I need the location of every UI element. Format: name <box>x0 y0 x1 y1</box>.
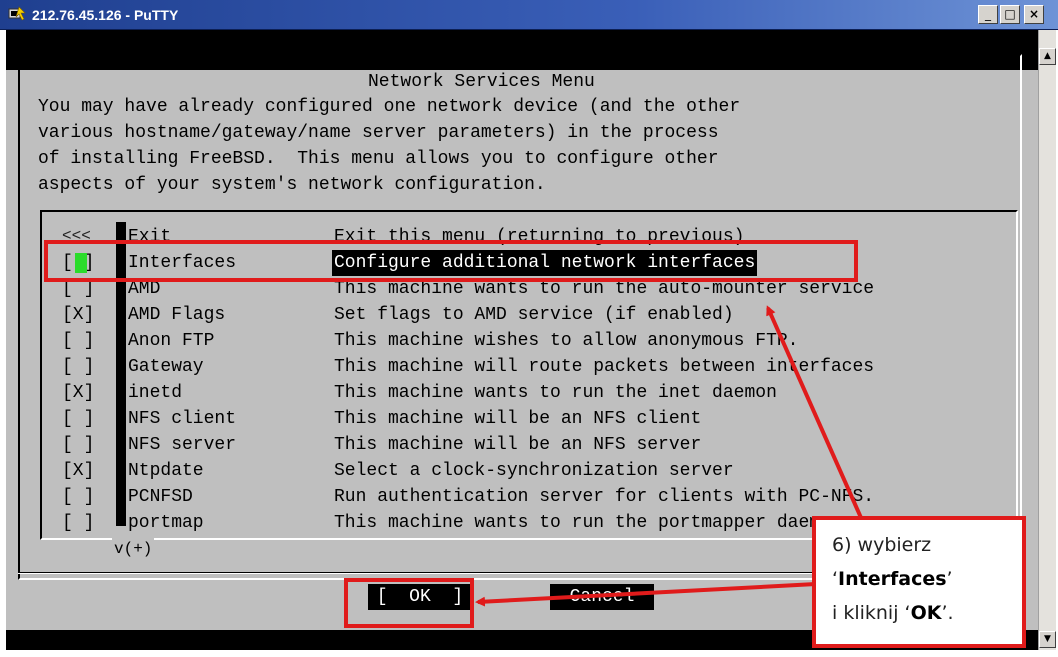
callout-line-1: 6) wybierz <box>832 534 932 556</box>
item-checkbox[interactable]: [X] <box>62 458 94 484</box>
ok-highlight-box <box>344 578 474 628</box>
item-checkbox[interactable]: [ ] <box>62 510 94 536</box>
maximize-button[interactable]: □ <box>1000 5 1020 24</box>
item-description: This machine will route packets between … <box>334 357 875 377</box>
callout-line-3: i kliknij ‘OK’. <box>832 602 954 624</box>
menu-item-pcnfsd[interactable]: [ ] PCNFSD Run authentication server for… <box>62 484 982 510</box>
item-checkbox[interactable]: [ ] <box>62 328 94 354</box>
item-description: This machine wishes to allow anonymous F… <box>334 331 799 351</box>
item-description: Run authentication server for clients wi… <box>334 487 875 507</box>
menu-item-inetd[interactable]: [X] inetd This machine wants to run the … <box>62 380 982 406</box>
description-line: various hostname/gateway/name server par… <box>38 123 719 143</box>
menu-item-nfs-server[interactable]: [ ] NFS server This machine will be an N… <box>62 432 982 458</box>
item-name: PCNFSD <box>128 487 193 507</box>
item-description: This machine wants to run the inet daemo… <box>334 383 777 403</box>
callout-line-2: ‘Interfaces’ <box>832 568 953 590</box>
description-line: You may have already configured one netw… <box>38 97 741 117</box>
scroll-up-arrow-icon[interactable]: ▲ <box>1039 48 1056 65</box>
item-name: portmap <box>128 513 204 533</box>
item-checkbox[interactable]: [ ] <box>62 484 94 510</box>
item-name: Anon FTP <box>128 331 215 351</box>
more-below-indicator: v(+) <box>112 538 155 560</box>
item-checkbox[interactable]: [ ] <box>62 354 94 380</box>
item-name: Gateway <box>128 357 204 377</box>
item-description: This machine will be an NFS client <box>334 409 702 429</box>
minimize-button[interactable]: _ <box>978 5 998 24</box>
item-checkbox[interactable]: [ ] <box>62 432 94 458</box>
interfaces-highlight-box <box>44 240 858 282</box>
item-checkbox[interactable]: [X] <box>62 380 94 406</box>
item-name: NFS server <box>128 435 237 455</box>
item-description: Select a clock-synchronization server <box>334 461 734 481</box>
description-line: aspects of your system's network configu… <box>38 175 546 195</box>
title-bar: 212.76.45.126 - PuTTY _ □ × <box>0 0 1058 30</box>
menu-item-gateway[interactable]: [ ] Gateway This machine will route pack… <box>62 354 982 380</box>
item-description: This machine wants to run the portmapper… <box>334 513 842 533</box>
instruction-callout: 6) wybierz ‘Interfaces’ i kliknij ‘OK’. <box>812 516 1026 648</box>
item-checkbox[interactable]: [X] <box>62 302 94 328</box>
window-title: 212.76.45.126 - PuTTY <box>32 7 179 23</box>
menu-item-amd-flags[interactable]: [X] AMD Flags Set flags to AMD service (… <box>62 302 982 328</box>
item-checkbox[interactable]: [ ] <box>62 406 94 432</box>
dialog-title: Network Services Menu <box>360 70 603 94</box>
putty-icon <box>8 6 26 21</box>
cancel-button[interactable]: Cancel <box>550 584 654 610</box>
vertical-scrollbar[interactable]: ▲ ▼ <box>1038 30 1056 650</box>
item-description: Set flags to AMD service (if enabled) <box>334 305 734 325</box>
item-name: NFS client <box>128 409 237 429</box>
item-description: This machine will be an NFS server <box>334 435 702 455</box>
menu-item-ntpdate[interactable]: [X] Ntpdate Select a clock-synchronizati… <box>62 458 982 484</box>
item-name: inetd <box>128 383 183 403</box>
menu-item-anon-ftp[interactable]: [ ] Anon FTP This machine wishes to allo… <box>62 328 982 354</box>
item-name: Ntpdate <box>128 461 204 481</box>
menu-item-nfs-client[interactable]: [ ] NFS client This machine will be an N… <box>62 406 982 432</box>
scroll-down-arrow-icon[interactable]: ▼ <box>1039 631 1056 648</box>
item-name: AMD Flags <box>128 305 226 325</box>
close-button[interactable]: × <box>1024 5 1044 24</box>
description-line: of installing FreeBSD. This menu allows … <box>38 149 719 169</box>
